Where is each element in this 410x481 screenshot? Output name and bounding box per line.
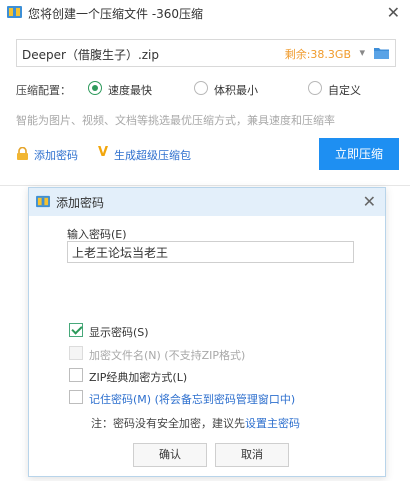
compression-label: 压缩配置： (16, 84, 71, 97)
dialog-title-bar: 添加密码 ✕ (29, 188, 385, 216)
close-icon[interactable]: ✕ (387, 3, 400, 22)
window-title: 您将创建一个压缩文件 -360压缩 (28, 7, 204, 21)
note-text: 注：密码没有安全加密，建议先 (91, 417, 245, 430)
folder-icon[interactable] (374, 46, 389, 59)
add-password-label[interactable]: 添加密码 (34, 147, 78, 163)
show-password-label[interactable]: 显示密码(S) (89, 324, 149, 340)
output-file-name[interactable]: Deeper（借腹生子）.zip (22, 46, 159, 63)
checkbox-box[interactable] (69, 323, 83, 337)
compression-level-row: 压缩配置： 速度最快 体积最小 自定义 (16, 81, 406, 99)
app-icon (7, 6, 22, 18)
radio-smallest-label[interactable]: 体积最小 (214, 82, 258, 98)
radio-fastest-label[interactable]: 速度最快 (108, 82, 152, 98)
window-title-bar: 您将创建一个压缩文件 -360压缩 ✕ (0, 0, 410, 26)
free-space-label: 剩余:38.3GB (284, 48, 351, 61)
checkbox-box[interactable] (69, 368, 83, 382)
vip-icon: V (98, 145, 109, 160)
security-note: 注：密码没有安全加密，建议先设置主密码 (91, 415, 300, 431)
compress-window: 您将创建一个压缩文件 -360压缩 ✕ Deeper（借腹生子）.zip 剩余:… (0, 0, 410, 186)
radio-dot[interactable] (88, 81, 102, 95)
app-icon (36, 195, 50, 208)
output-path-field[interactable]: Deeper（借腹生子）.zip 剩余:38.3GB ▾ (16, 39, 396, 67)
lock-icon (17, 147, 28, 160)
password-input[interactable] (67, 241, 354, 263)
close-icon[interactable]: ✕ (363, 192, 376, 211)
checkbox-box (69, 346, 83, 360)
radio-dot[interactable] (308, 81, 322, 95)
remember-password-label[interactable]: 记住密码(M) (将会备忘到密码管理窗口中) (89, 391, 295, 407)
cancel-button[interactable]: 取消 (215, 443, 289, 467)
chevron-down-icon[interactable]: ▾ (359, 46, 365, 59)
password-label: 输入密码(E) (67, 228, 127, 241)
set-master-password-link[interactable]: 设置主密码 (245, 417, 300, 430)
add-password-dialog: 添加密码 ✕ 输入密码(E) 显示密码(S) 加密文件名(N) (不支持ZIP格… (28, 187, 386, 477)
radio-dot[interactable] (194, 81, 208, 95)
dialog-title: 添加密码 (56, 196, 105, 210)
encrypt-filenames-label: 加密文件名(N) (不支持ZIP格式) (89, 349, 246, 362)
compress-now-button[interactable]: 立即压缩 (319, 138, 399, 170)
compression-hint: 智能为图片、视频、文档等挑选最优压缩方式，兼具速度和压缩率 (16, 114, 335, 127)
make-sfx-label[interactable]: 生成超级压缩包 (114, 147, 191, 163)
radio-custom-label[interactable]: 自定义 (328, 82, 361, 98)
ok-button[interactable]: 确认 (133, 443, 207, 467)
checkbox-box[interactable] (69, 390, 83, 404)
zip-classic-label[interactable]: ZIP经典加密方式(L) (89, 369, 187, 385)
